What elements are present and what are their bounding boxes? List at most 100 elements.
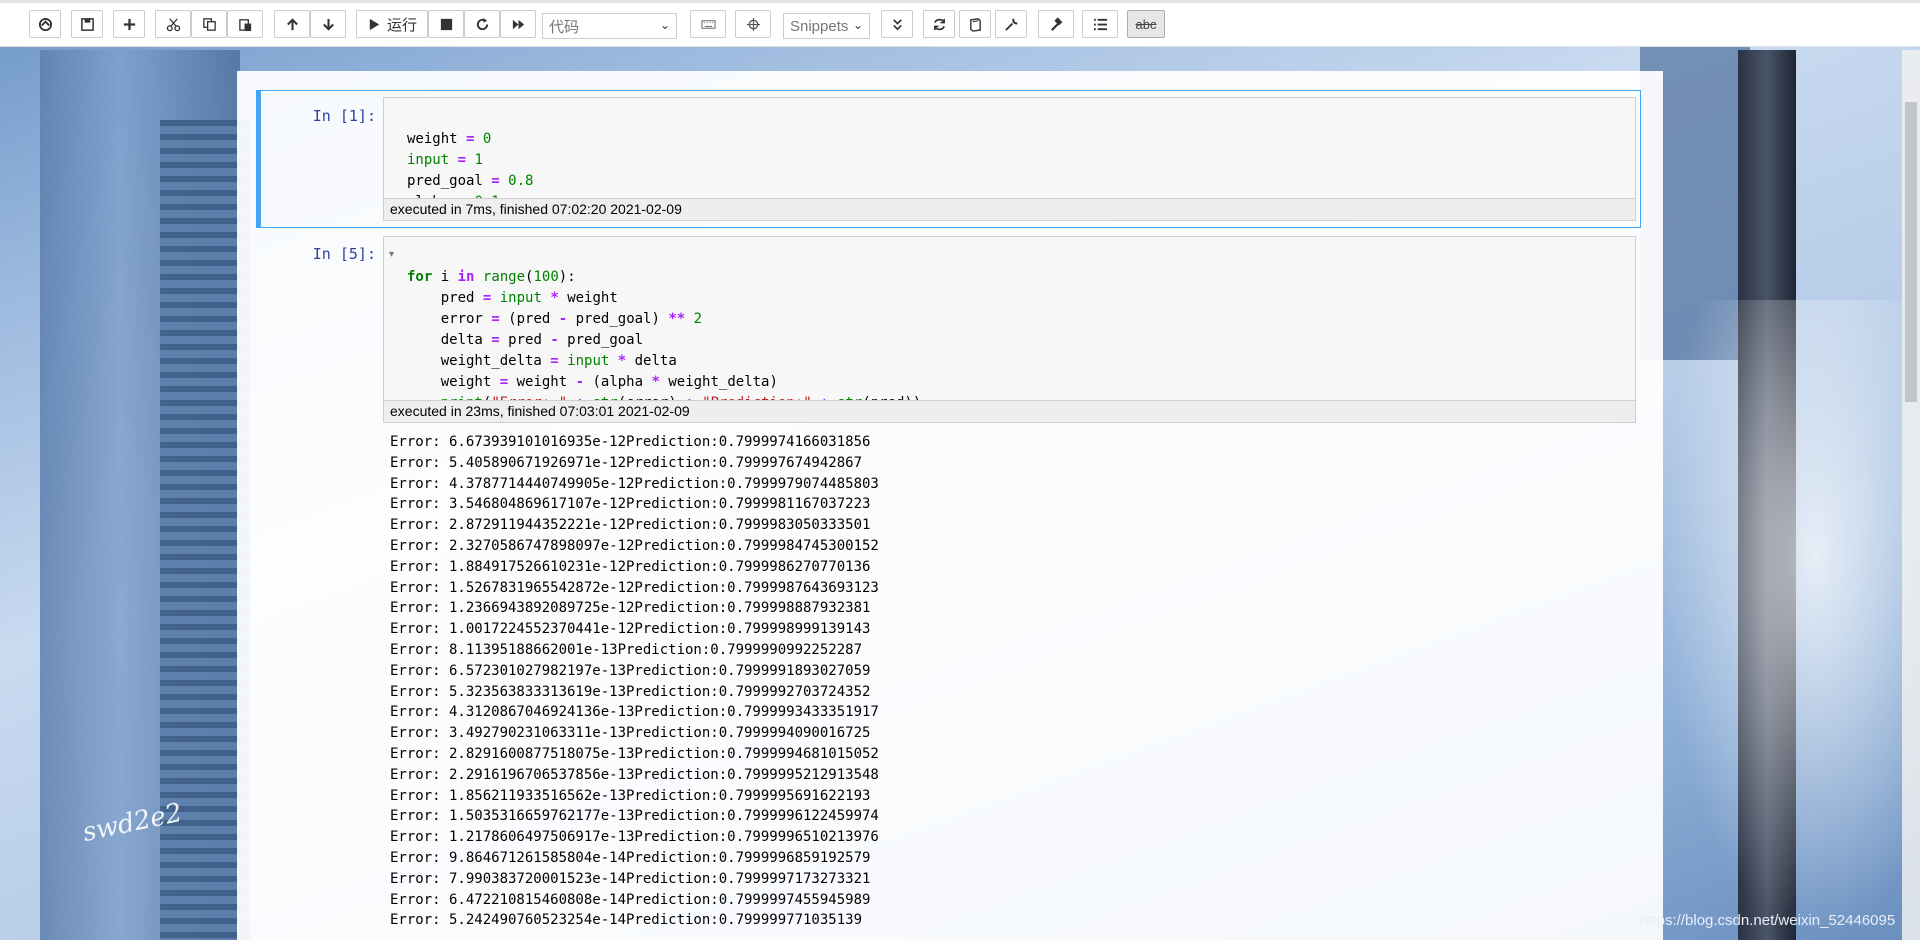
snippets-label: Snippets	[790, 17, 849, 35]
code-token: =	[449, 152, 475, 168]
cell-1-code[interactable]: weight = 0input = 1pred_goal = 0.8alpha …	[407, 108, 533, 255]
code-token: -	[558, 311, 568, 327]
code-token: for	[407, 269, 433, 285]
code-token: weight	[407, 374, 500, 390]
cell-1-prompt: In [1]:	[312, 107, 376, 125]
output-line: Error: 1.856211933516562e-13Prediction:0…	[390, 787, 871, 804]
cell-2-code[interactable]: for i in range(100): pred = input * weig…	[407, 246, 921, 456]
cell-2-editor[interactable]: ▾ for i in range(100): pred = input * we…	[383, 236, 1636, 423]
keyboard-icon	[700, 19, 716, 29]
cut-button[interactable]	[155, 10, 191, 38]
code-token: *	[651, 374, 660, 390]
cell-1-editor[interactable]: weight = 0input = 1pred_goal = 0.8alpha …	[383, 97, 1636, 221]
code-token: -	[575, 374, 585, 390]
page-scrollbar[interactable]	[1902, 50, 1920, 940]
output-line: Error: 3.546804869617107e-12Prediction:0…	[390, 496, 871, 513]
run-label: 运行	[386, 16, 417, 34]
up-icon	[286, 17, 298, 30]
cell-type-value: 代码	[549, 18, 580, 36]
code-token: in	[457, 269, 475, 285]
interrupt-button[interactable]	[428, 10, 464, 38]
cell-2-output: Error: 6.673939101016935e-12Prediction:0…	[390, 432, 879, 931]
cell-2-prompt: In [5]:	[312, 245, 376, 263]
snippets-select[interactable]: Snippets ⌄	[783, 13, 870, 39]
code-token: weight_delta	[407, 353, 551, 369]
code-token: =	[457, 131, 483, 147]
book-button[interactable]	[959, 10, 991, 38]
collapse-button[interactable]	[881, 10, 913, 38]
hammer-icon	[1050, 16, 1062, 31]
command-palette-button[interactable]	[690, 10, 726, 38]
output-line: Error: 6.472210815460808e-14Prediction:0…	[390, 891, 871, 908]
copy-icon	[202, 17, 216, 31]
add-icon	[123, 18, 135, 30]
output-line: Error: 1.884917526610231e-12Prediction:0…	[390, 558, 871, 575]
output-line: Error: 5.405890671926971e-12Prediction:0…	[390, 454, 863, 471]
wrench-button[interactable]	[995, 10, 1027, 38]
notebook-toolbar: 运行 代码 ⌄ Snippets ⌄ abc	[0, 0, 1920, 47]
code-token: weight	[508, 374, 576, 390]
stop-icon	[440, 18, 452, 30]
restart-run-all-button[interactable]	[500, 10, 536, 38]
code-token: range	[482, 269, 526, 285]
code-token: -	[550, 332, 559, 348]
code-token: (pred	[499, 311, 559, 327]
toc-button[interactable]	[1082, 10, 1118, 38]
cell-type-select[interactable]: 代码 ⌄	[542, 13, 677, 39]
output-line: Error: 8.11395188662001e-13Prediction:0.…	[390, 641, 863, 658]
run-icon	[369, 18, 380, 30]
output-line: Error: 1.5035316659762177e-13Prediction:…	[390, 808, 879, 825]
paste-icon	[238, 18, 251, 31]
scrollbar-thumb[interactable]	[1905, 102, 1917, 402]
output-line: Error: 4.3120867046924136e-13Prediction:…	[390, 704, 879, 721]
output-line: Error: 9.864671261585804e-14Prediction:0…	[390, 849, 871, 866]
refresh-button[interactable]	[923, 10, 955, 38]
code-token: =	[499, 374, 509, 390]
logo-button[interactable]	[29, 10, 61, 38]
output-line: Error: 2.8291600877518075e-13Prediction:…	[390, 745, 879, 762]
chevron-down-icon: ⌄	[659, 18, 670, 32]
code-token: =	[482, 173, 509, 189]
code-token: =	[550, 353, 559, 369]
code-token: **	[668, 311, 686, 327]
output-line: Error: 5.323563833313619e-13Prediction:0…	[390, 683, 871, 700]
move-button[interactable]	[735, 10, 771, 38]
copy-button[interactable]	[191, 10, 227, 38]
code-token: =	[491, 332, 500, 348]
insert-cell-button[interactable]	[113, 10, 145, 38]
fold-arrow-icon[interactable]: ▾	[389, 249, 394, 260]
save-icon	[80, 17, 94, 31]
code-token: 1	[474, 152, 483, 168]
output-line: Error: 1.0017224552370441e-12Prediction:…	[390, 621, 871, 638]
watermark-url: https://blog.csdn.net/weixin_52446095	[1640, 912, 1896, 929]
save-button[interactable]	[71, 10, 103, 38]
code-token: weight_delta)	[659, 374, 778, 390]
spellcheck-icon: abc	[1135, 16, 1157, 32]
code-token: 0	[482, 131, 492, 147]
move-icon	[746, 17, 760, 31]
paste-button[interactable]	[227, 10, 263, 38]
spellcheck-button[interactable]: abc	[1127, 10, 1165, 38]
code-token: pred	[499, 332, 551, 348]
code-token: error	[407, 311, 492, 327]
list-icon	[1093, 18, 1107, 30]
restart-icon	[476, 17, 488, 30]
code-token: (alpha	[584, 374, 652, 390]
output-line: Error: 6.572301027982197e-13Prediction:0…	[390, 662, 871, 679]
down-icon	[322, 18, 334, 31]
output-line: Error: 1.2366943892089725e-12Prediction:…	[390, 600, 871, 617]
restart-button[interactable]	[464, 10, 500, 38]
code-token: input	[499, 290, 542, 306]
run-button[interactable]: 运行	[356, 10, 428, 38]
output-line: Error: 5.242490760523254e-14Prediction:0…	[390, 912, 863, 929]
output-line: Error: 2.3270586747898097e-12Prediction:…	[390, 537, 879, 554]
background-cloud	[1660, 300, 1920, 940]
code-token: weight	[558, 290, 618, 306]
hammer-button[interactable]	[1038, 10, 1074, 38]
move-up-button[interactable]	[274, 10, 310, 38]
code-token: pred_goal)	[567, 311, 669, 327]
move-down-button[interactable]	[310, 10, 346, 38]
collapse-icon	[892, 18, 902, 30]
